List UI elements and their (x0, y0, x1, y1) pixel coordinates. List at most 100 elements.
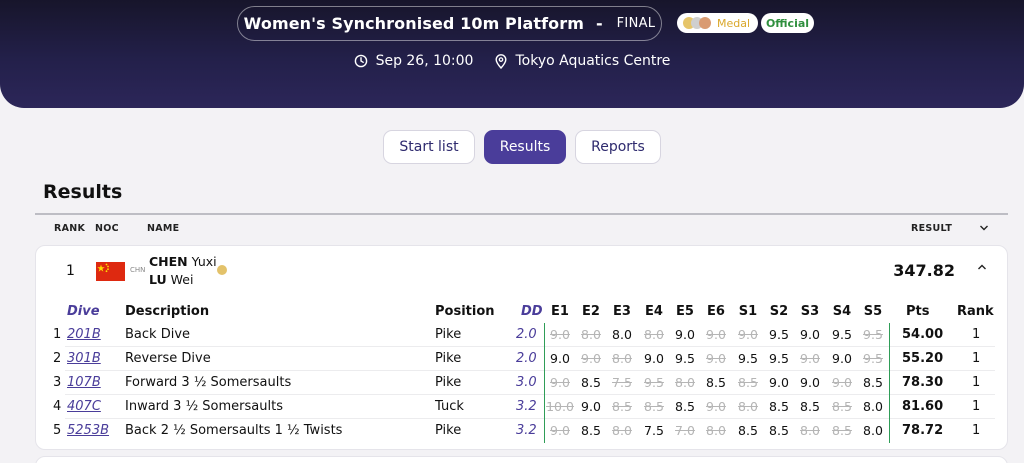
judge-score: 8.0 (612, 327, 632, 342)
athlete-name-2[interactable]: LU Wei (149, 272, 193, 287)
judge-score: 9.0 (738, 327, 758, 342)
judge-score: 8.5 (738, 375, 758, 390)
dive-row-number: 5 (53, 423, 62, 438)
result-card: 1 CHN CHEN Yuxi LU Wei 347.82 Dive Descr… (35, 245, 1008, 450)
score-col-header-s5: S5 (863, 304, 883, 319)
score-col-header-e4: E4 (645, 304, 663, 319)
position-col-header: Position (435, 304, 495, 319)
event-datetime: Sep 26, 10:00 (375, 53, 474, 69)
dive-description: Back 2 ½ Somersaults 1 ½ Twists (125, 423, 343, 438)
judge-score: 8.5 (675, 399, 695, 414)
dive-points: 78.30 (902, 375, 944, 390)
dive-position: Pike (435, 375, 462, 390)
dive-rank: 1 (972, 375, 981, 390)
dive-dd: 3.0 (516, 375, 537, 390)
judge-score: 9.5 (769, 327, 789, 342)
dive-code-link[interactable]: 5253B (67, 423, 109, 438)
dive-code-link[interactable]: 407C (67, 399, 101, 414)
judge-score: 8.0 (863, 423, 883, 438)
judge-score: 8.0 (706, 423, 726, 438)
judge-score: 8.0 (675, 375, 695, 390)
judge-score: 9.5 (832, 327, 852, 342)
judge-score: 8.0 (738, 399, 758, 414)
divider (65, 394, 995, 395)
score-col-header-s2: S2 (769, 304, 789, 319)
score-col-header-e2: E2 (582, 304, 600, 319)
score-col-header-e3: E3 (613, 304, 631, 319)
location-pin-icon (495, 53, 507, 69)
judge-score: 9.0 (769, 375, 789, 390)
entry-result: 347.82 (893, 261, 955, 280)
dive-col-header: Dive (67, 304, 100, 319)
divider (65, 418, 995, 419)
judge-score: 9.5 (738, 351, 758, 366)
score-col-header-s1: S1 (738, 304, 758, 319)
noc-code: CHN (130, 266, 146, 274)
judge-score: 9.0 (550, 423, 570, 438)
judge-score: 9.0 (550, 351, 570, 366)
judge-score: 10.0 (546, 399, 574, 414)
dive-points: 54.00 (902, 327, 944, 342)
gold-medal-icon (217, 265, 227, 275)
medal-badge: Medal (677, 13, 758, 33)
dive-row-number: 4 (53, 399, 62, 414)
score-col-header-e5: E5 (676, 304, 694, 319)
rank-col-header: Rank (957, 304, 994, 319)
judge-score: 9.0 (832, 351, 852, 366)
dd-col-header: DD (521, 304, 543, 319)
divider (65, 346, 995, 347)
judge-score: 9.0 (706, 327, 726, 342)
pts-col-header: Pts (906, 304, 930, 319)
chevron-up-icon[interactable] (977, 263, 987, 271)
clock-icon (354, 54, 367, 68)
judge-score: 8.5 (769, 399, 789, 414)
dive-description: Reverse Dive (125, 351, 211, 366)
judge-score: 8.5 (612, 399, 632, 414)
divider (65, 370, 995, 371)
column-header-result: RESULT (911, 223, 953, 234)
score-col-header-e6: E6 (707, 304, 725, 319)
judge-score: 8.5 (769, 423, 789, 438)
china-flag-icon (96, 262, 125, 281)
dive-points: 81.60 (902, 399, 944, 414)
athlete-name-1[interactable]: CHEN Yuxi (149, 254, 217, 269)
event-title-pill: Women's Synchronised 10m Platform - FINA… (237, 6, 662, 41)
tab-results[interactable]: Results (484, 130, 566, 164)
judge-score: 8.0 (863, 399, 883, 414)
score-col-header-e1: E1 (551, 304, 569, 319)
event-separator: - (596, 14, 603, 33)
judge-score: 9.0 (644, 351, 664, 366)
medal-badge-label: Medal (717, 16, 751, 30)
dive-code-link[interactable]: 301B (67, 351, 101, 366)
judge-score: 8.5 (581, 375, 601, 390)
judge-score: 8.5 (832, 399, 852, 414)
judge-score: 7.0 (675, 423, 695, 438)
dive-row-number: 3 (53, 375, 62, 390)
judge-score: 8.0 (612, 423, 632, 438)
divider (35, 213, 1008, 215)
judge-score: 8.5 (863, 375, 883, 390)
dive-code-link[interactable]: 107B (67, 375, 101, 390)
judge-score: 9.5 (644, 375, 664, 390)
result-tabs: Start list Results Reports (383, 130, 661, 164)
judge-score: 9.0 (706, 399, 726, 414)
dive-rank: 1 (972, 423, 981, 438)
judge-score: 8.0 (800, 423, 820, 438)
dive-description: Forward 3 ½ Somersaults (125, 375, 292, 390)
judge-score: 8.5 (581, 423, 601, 438)
judge-score: 8.5 (706, 375, 726, 390)
judge-score: 9.5 (675, 351, 695, 366)
official-badge: Official (761, 13, 814, 33)
judge-score: 8.5 (832, 423, 852, 438)
event-title: Women's Synchronised 10m Platform (243, 14, 585, 33)
tab-reports[interactable]: Reports (575, 130, 661, 164)
chevron-down-icon[interactable] (979, 224, 989, 232)
judge-score: 9.0 (706, 351, 726, 366)
dive-code-link[interactable]: 201B (67, 327, 101, 342)
judge-score: 9.0 (800, 327, 820, 342)
judge-score: 8.5 (644, 399, 664, 414)
tab-start-list[interactable]: Start list (383, 130, 475, 164)
dive-description: Back Dive (125, 327, 191, 342)
judge-score: 9.0 (832, 375, 852, 390)
dive-rank: 1 (972, 327, 981, 342)
